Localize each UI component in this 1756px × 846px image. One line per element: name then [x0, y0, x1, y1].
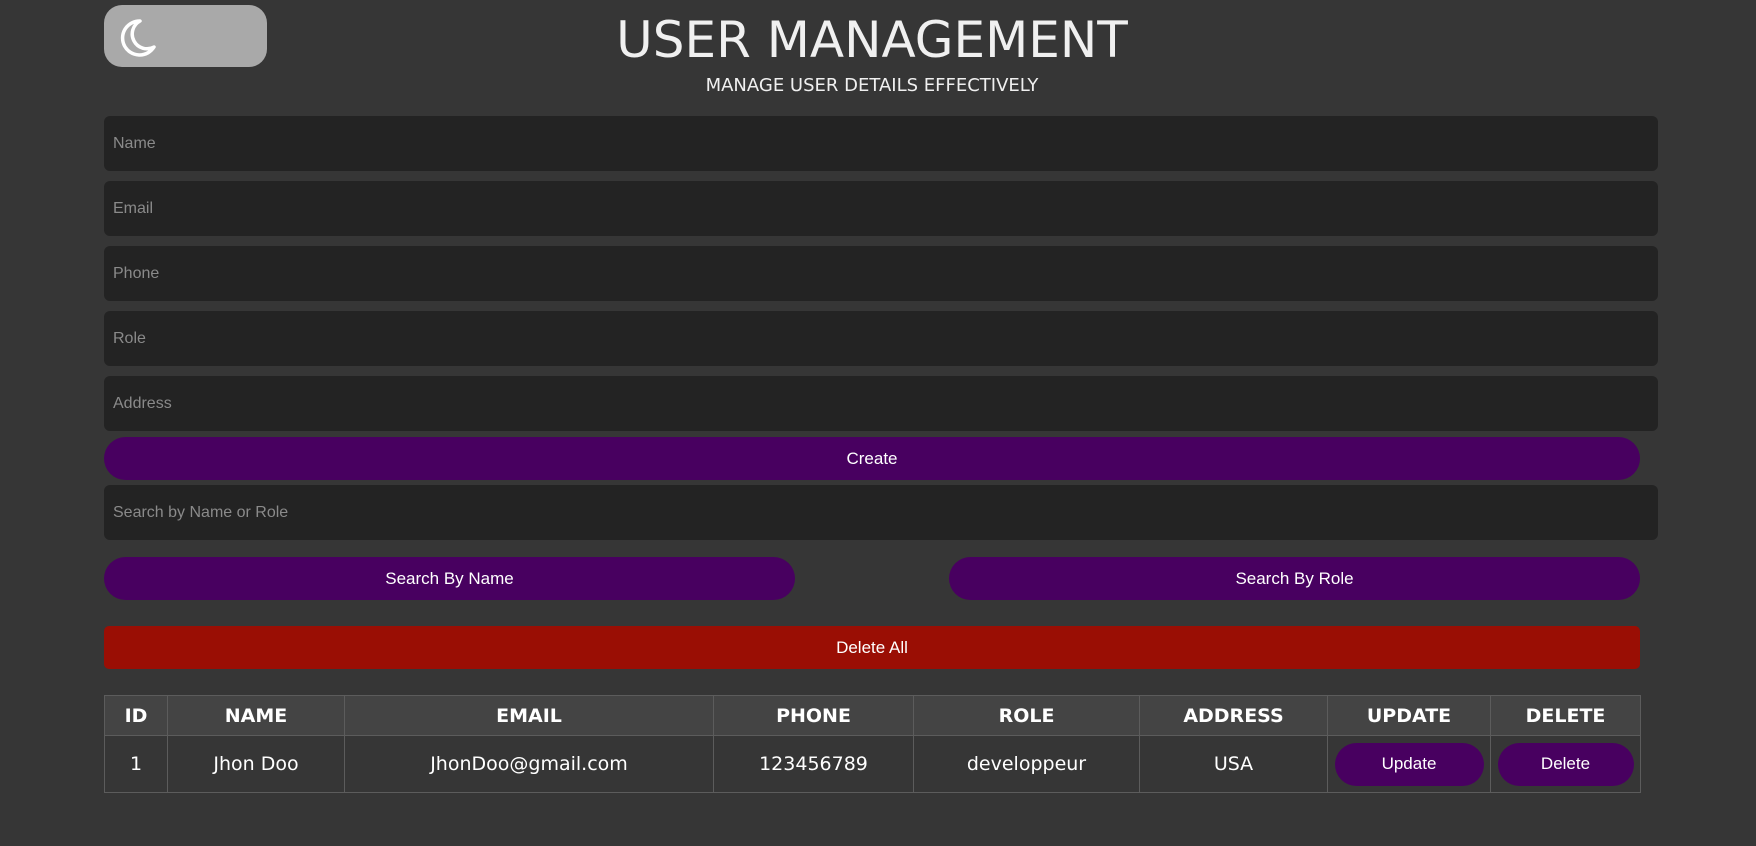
cell-role: developpeur [913, 735, 1140, 793]
address-input[interactable] [104, 376, 1658, 431]
update-button[interactable]: Update [1334, 742, 1484, 786]
cell-delete: Delete [1490, 735, 1641, 793]
column-header-id: ID [104, 695, 168, 736]
name-input[interactable] [104, 116, 1658, 171]
search-by-role-button[interactable]: Search By Role [949, 557, 1640, 600]
column-header-email: EMAIL [344, 695, 714, 736]
delete-all-button[interactable]: Delete All [104, 626, 1640, 669]
phone-input[interactable] [104, 246, 1658, 301]
column-header-role: ROLE [913, 695, 1140, 736]
delete-button[interactable]: Delete [1497, 742, 1634, 786]
search-by-name-button[interactable]: Search By Name [104, 557, 795, 600]
column-header-phone: PHONE [713, 695, 914, 736]
column-header-name: NAME [167, 695, 345, 736]
table-row: 1 Jhon Doo JhonDoo@gmail.com 123456789 d… [104, 735, 1641, 793]
role-input[interactable] [104, 311, 1658, 366]
column-header-delete: DELETE [1490, 695, 1641, 736]
cell-name: Jhon Doo [167, 735, 345, 793]
cell-update: Update [1327, 735, 1491, 793]
cell-email: JhonDoo@gmail.com [344, 735, 714, 793]
create-button[interactable]: Create [104, 437, 1640, 480]
page-subtitle: MANAGE USER DETAILS EFFECTIVELY [705, 75, 1039, 96]
table-header-row: ID NAME EMAIL PHONE ROLE ADDRESS UPDATE … [104, 695, 1641, 736]
users-table: ID NAME EMAIL PHONE ROLE ADDRESS UPDATE … [104, 695, 1641, 793]
page-title: USER MANAGEMENT [616, 11, 1128, 69]
search-input[interactable] [104, 485, 1658, 540]
column-header-address: ADDRESS [1139, 695, 1328, 736]
cell-address: USA [1139, 735, 1328, 793]
page-header: USER MANAGEMENT MANAGE USER DETAILS EFFE… [0, 10, 1744, 97]
cell-phone: 123456789 [713, 735, 914, 793]
email-input[interactable] [104, 181, 1658, 236]
column-header-update: UPDATE [1327, 695, 1491, 736]
cell-id: 1 [104, 735, 168, 793]
